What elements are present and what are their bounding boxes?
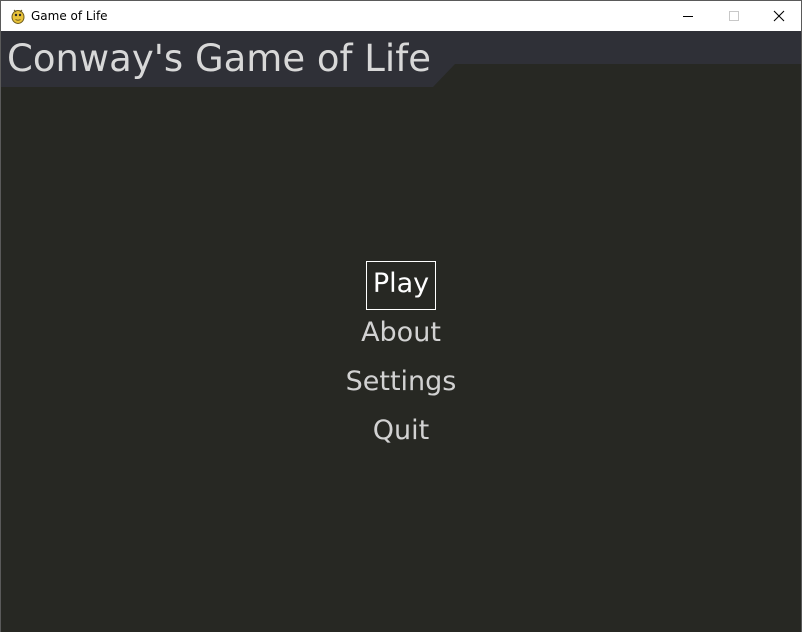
maximize-icon bbox=[729, 11, 739, 21]
minimize-button[interactable] bbox=[665, 1, 711, 31]
title-bar[interactable]: Game of Life bbox=[1, 0, 801, 31]
quit-button[interactable]: Quit bbox=[366, 408, 436, 457]
app-window: Game of Life Conway's Game of Life Play bbox=[0, 0, 802, 632]
about-button[interactable]: About bbox=[354, 310, 448, 359]
play-button[interactable]: Play bbox=[365, 261, 437, 310]
menu-item-quit[interactable]: Quit bbox=[1, 408, 801, 457]
close-icon bbox=[773, 10, 785, 22]
settings-button[interactable]: Settings bbox=[339, 359, 464, 408]
close-button[interactable] bbox=[756, 1, 802, 31]
window-title: Game of Life bbox=[31, 9, 108, 23]
game-canvas[interactable]: Conway's Game of Life Play About Setting… bbox=[1, 31, 801, 632]
pygame-snake-icon bbox=[9, 7, 27, 25]
menu-item-about[interactable]: About bbox=[1, 310, 801, 359]
menu-item-play[interactable]: Play bbox=[1, 261, 801, 310]
menu-item-settings[interactable]: Settings bbox=[1, 359, 801, 408]
maximize-button[interactable] bbox=[711, 1, 757, 31]
minimize-icon bbox=[683, 16, 693, 17]
page-title: Conway's Game of Life bbox=[7, 37, 431, 80]
